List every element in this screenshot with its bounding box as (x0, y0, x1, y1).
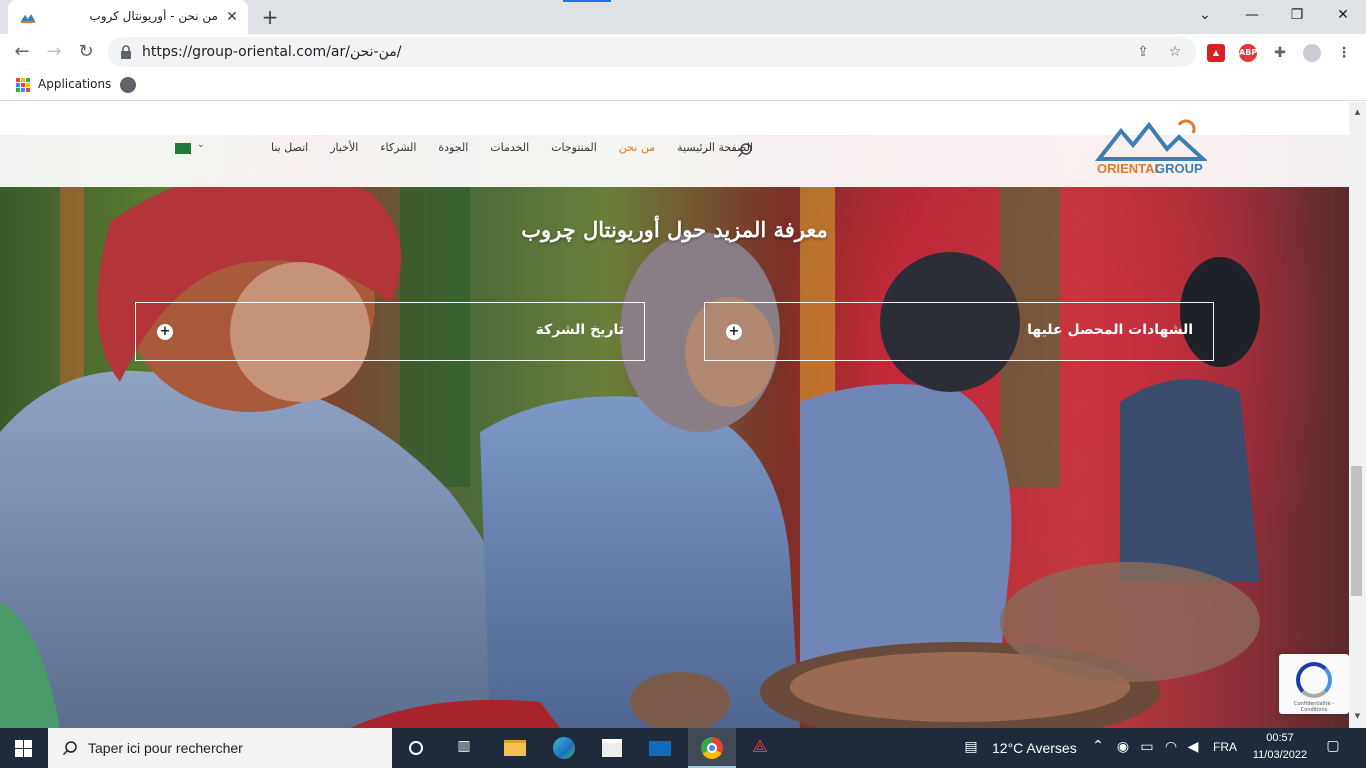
page-scrollbar[interactable]: ▲ ▼ (1349, 102, 1366, 728)
web-page: ORIENTAL GROUP الصفحة الرئيسية من نحن ال… (0, 102, 1349, 728)
mail-icon[interactable] (636, 728, 684, 768)
scroll-up-arrow-icon[interactable]: ▲ (1353, 108, 1362, 117)
desktop-screen: من نحن - أوريونتال كروب ✕ + ⌄ — ❐ ✕ ← → … (0, 0, 1366, 768)
taskbar-search-icon (62, 741, 77, 756)
edge-icon[interactable] (540, 728, 588, 768)
browser-tab-strip: من نحن - أوريونتال كروب ✕ + ⌄ — ❐ ✕ (0, 0, 1366, 34)
accordion-history-label: تاريخ الشركة (535, 322, 624, 338)
chrome-taskbar-icon[interactable] (688, 728, 736, 768)
wifi-icon[interactable]: ◠ (1163, 739, 1179, 755)
tab-close-icon[interactable]: ✕ (224, 9, 240, 25)
clock-date[interactable]: 11/03/2022 (1248, 749, 1312, 761)
plus-circle-icon[interactable]: + (726, 324, 742, 340)
language-flag-icon[interactable] (175, 143, 191, 154)
weather-text[interactable]: 12°C Averses (992, 740, 1077, 756)
windows-taskbar: Taper ici pour rechercher ▥ ⟁ ▤ 12°C Ave… (0, 728, 1366, 768)
women-working-photo (0, 172, 1260, 728)
logo-part1: ORIENTAL (1097, 161, 1163, 176)
browser-toolbar: ← → ↻ https://group-oriental.com/ar/من-ن… (0, 34, 1366, 71)
reload-button[interactable]: ↻ (74, 40, 98, 64)
url-text: https://group-oriental.com/ar/من-نحن/ (142, 44, 402, 60)
taskbar-search-placeholder: Taper ici pour rechercher (88, 740, 243, 756)
nav-item-products[interactable]: المنتوجات (551, 141, 597, 161)
restore-button[interactable]: ❐ (1284, 4, 1310, 26)
tab-search-chevron-icon[interactable]: ⌄ (1192, 4, 1218, 26)
forward-button[interactable]: → (42, 40, 66, 64)
apps-bookmark-label[interactable]: Applications (38, 77, 111, 91)
nav-item-quality[interactable]: الجودة (438, 141, 468, 161)
recaptcha-badge[interactable]: Confidentialité - Conditions (1279, 654, 1349, 714)
nav-item-about[interactable]: من نحن (619, 141, 655, 161)
accordion-certificates-label: الشهادات المحصل عليها (1027, 322, 1193, 338)
back-button[interactable]: ← (10, 40, 34, 64)
tray-chevron-icon[interactable]: ⌃ (1091, 738, 1105, 754)
logo-part2: GROUP (1155, 161, 1203, 176)
close-window-button[interactable]: ✕ (1330, 4, 1356, 26)
adblock-icon[interactable]: ABP (1239, 44, 1257, 62)
language-indicator[interactable]: FRA (1213, 740, 1237, 754)
lock-icon (121, 45, 131, 59)
store-icon[interactable] (588, 728, 636, 768)
section-heading: معرفة المزيد حول أوريونتال چروب (521, 217, 828, 242)
nav-item-news[interactable]: الأخبار (330, 141, 358, 161)
notifications-icon[interactable]: ▢ (1324, 738, 1342, 754)
bookmarks-bar: Applications (0, 71, 1366, 101)
weather-icon[interactable]: ▤ (960, 739, 982, 755)
menu-kebab-icon[interactable]: ⋮ (1335, 44, 1353, 62)
browser-tab[interactable]: من نحن - أوريونتال كروب ✕ (8, 0, 248, 34)
new-tab-button[interactable]: + (258, 6, 282, 30)
clock-time[interactable]: 00:57 (1248, 732, 1312, 744)
windows-start-icon[interactable] (15, 740, 32, 757)
extensions-puzzle-icon[interactable]: ✚ (1271, 44, 1289, 62)
acrobat-icon[interactable]: ⟁ (736, 728, 784, 768)
plus-circle-icon[interactable]: + (157, 324, 173, 340)
globe-bookmark-icon[interactable] (120, 77, 136, 93)
site-favicon-icon (21, 14, 35, 23)
meet-now-icon[interactable]: ◉ (1115, 739, 1131, 755)
cortana-icon[interactable] (392, 728, 440, 768)
recaptcha-terms[interactable]: Confidentialité - Conditions (1281, 701, 1347, 713)
share-icon[interactable]: ⇪ (1134, 43, 1152, 61)
recaptcha-icon (1296, 662, 1332, 698)
tab-title: من نحن - أوريونتال كروب (89, 9, 218, 23)
language-chevron-icon[interactable]: ⌄ (197, 140, 209, 154)
hero-background-image (0, 102, 1349, 728)
file-explorer-icon[interactable] (490, 728, 538, 768)
scrollbar-thumb[interactable] (1351, 466, 1362, 596)
bookmark-star-icon[interactable]: ☆ (1166, 43, 1184, 61)
battery-icon[interactable]: ▭ (1139, 739, 1155, 755)
minimize-button[interactable]: — (1239, 4, 1265, 26)
accordion-certificates[interactable]: الشهادات المحصل عليها + (704, 302, 1214, 361)
volume-icon[interactable]: ◀ (1185, 739, 1201, 755)
nav-item-home[interactable]: الصفحة الرئيسية (677, 141, 753, 161)
address-bar[interactable]: https://group-oriental.com/ar/من-نحن/ ⇪ … (108, 37, 1196, 67)
profile-avatar[interactable] (1303, 44, 1321, 62)
tab-search-indicator (563, 0, 611, 2)
main-navigation: الصفحة الرئيسية من نحن المنتوجات الخدمات… (271, 141, 753, 161)
nav-item-partners[interactable]: الشركاء (380, 141, 416, 161)
pdf-extension-icon[interactable]: ▲ (1207, 44, 1225, 62)
nav-item-services[interactable]: الخدمات (490, 141, 529, 161)
apps-grid-icon[interactable] (16, 78, 30, 92)
nav-item-contact[interactable]: اتصل بنا (271, 141, 308, 161)
accordion-history[interactable]: تاريخ الشركة + (135, 302, 645, 361)
scroll-down-arrow-icon[interactable]: ▼ (1353, 712, 1362, 721)
taskbar-search-box[interactable]: Taper ici pour rechercher (48, 728, 392, 768)
task-view-icon[interactable]: ▥ (440, 728, 488, 768)
oriental-group-logo[interactable]: ORIENTAL GROUP (1095, 119, 1207, 177)
